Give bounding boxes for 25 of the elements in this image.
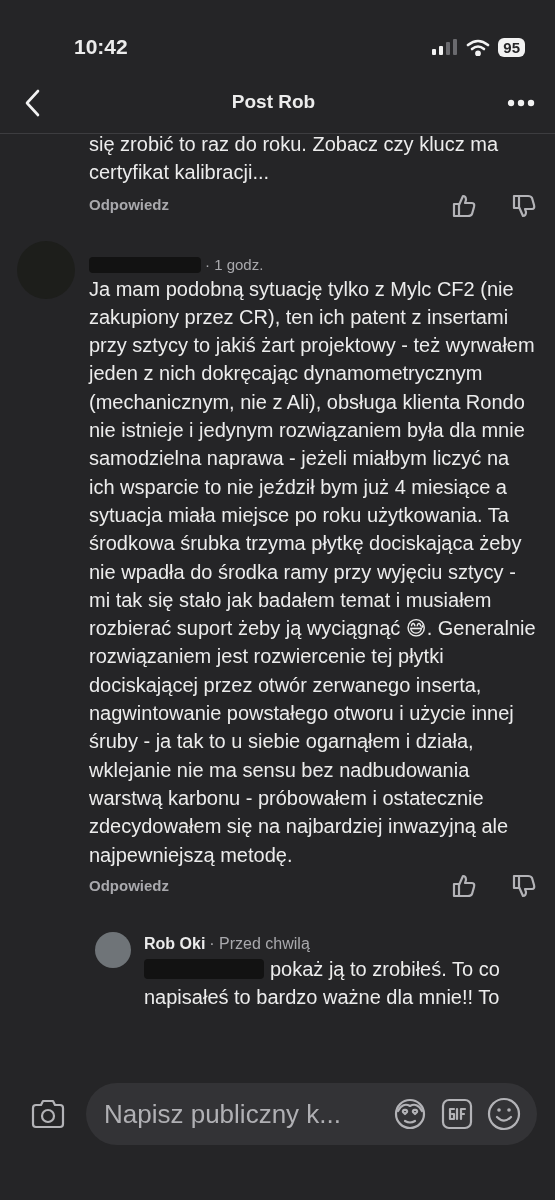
comment-text: pokaż ją to zrobiłeś. To co napisałeś to bardzo ważne dla mnie!! To <box>144 956 501 1011</box>
back-button[interactable] <box>24 88 40 117</box>
comment-text: Ja mam podobną sytuację tylko z Mylc CF2 (nie zakupiony przez CR), ten ich patent z insertami przy sztycy to jakiś żart projektowy - też wyrwałem jeden z nich dokręcając dynamometrycznym (mechanicznym, nie z Ali), obsługa klienta Rondo nie istnieje i jedynym rozwiązaniem była dla mnie samodzielna naprawa - jeżeli miałbym liczyć na ich wsparcie to nie jeździł bym już 4 miesiące a sytuacja miała miejsce po roku użytkowania. Ta środkowa śrubka trzyma płytkę dociskająca żeby nie wpadła do środka ramy przy wyjęciu sztycy - mi tak się stało jak badałem temat i musiałem rozbierać suport żeby ją wyciągnąć 😅. Generalnie rozwiązaniem jest rozwiercenie tej płytki dociskającej przez otwór zerwanego inserta, nagwintowanie powstałego otworu i użycie innej śruby - ja tak to u siebie ogarnąłem i działa, wklejanie nie ma sensu bez nadbudowania warstwą karbonu - próbowałem i ostatecznie zdecydowałem się na najbardziej inwazyjną ale najpewniejszą metodę. <box>89 276 537 868</box>
dislike-button[interactable] <box>511 192 537 219</box>
reply-link[interactable]: Odpowiedz <box>89 194 169 217</box>
status-time: 10:42 <box>74 34 128 61</box>
comment-time: · Przed chwilą <box>209 933 310 954</box>
author-name: Rob Oki <box>144 933 206 954</box>
comment-text: się zrobić to raz do roku. Zobacz czy klucz ma certyfikat kalibracji... <box>89 132 500 186</box>
dislike-button[interactable] <box>511 872 537 899</box>
camera-button[interactable] <box>30 1099 66 1129</box>
battery-level: 95 <box>498 37 525 57</box>
avatar-sticker-button[interactable] <box>393 1097 427 1131</box>
page-title: Post Rob <box>231 90 316 115</box>
more-button[interactable] <box>507 98 535 107</box>
comment-field[interactable]: Napisz publiczny k... <box>86 1083 537 1145</box>
like-button[interactable] <box>451 192 477 219</box>
like-button[interactable] <box>451 872 477 899</box>
emoji-button[interactable] <box>487 1097 521 1131</box>
comment-time: · 1 godz. <box>205 254 264 275</box>
wifi-icon <box>466 38 491 56</box>
reply-link[interactable]: Odpowiedz <box>89 874 169 898</box>
avatar <box>95 931 131 968</box>
gif-button[interactable] <box>441 1098 473 1130</box>
signal-icon <box>432 39 459 55</box>
